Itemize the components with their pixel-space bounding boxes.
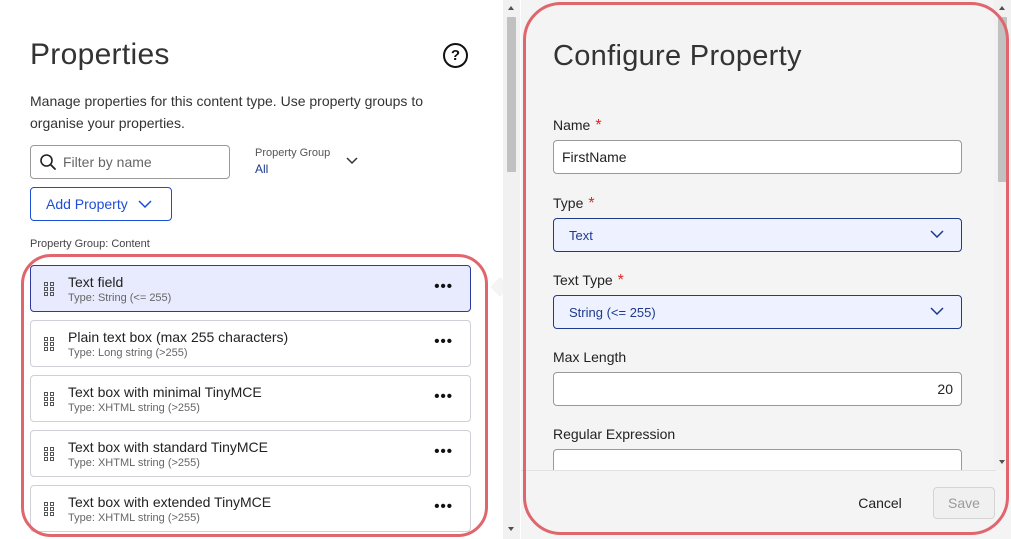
configure-property-panel: Configure Property Name * FirstName Type *… [521, 0, 1011, 539]
help-icon[interactable]: ? [443, 43, 468, 68]
text-type-select[interactable]: String (<= 255) [553, 295, 962, 329]
property-item[interactable]: Plain text box (max 255 characters) Type… [30, 320, 471, 367]
filter-input-wrapper[interactable] [30, 145, 230, 179]
save-button[interactable]: Save [933, 487, 995, 519]
property-item[interactable]: Text box with minimal TinyMCE Type: XHTM… [30, 375, 471, 422]
configure-title: Configure Property [553, 40, 802, 72]
max-length-label: Max Length [553, 349, 627, 365]
regex-label: Regular Expression [553, 426, 676, 442]
required-marker: * [588, 195, 595, 212]
chevron-down-icon [930, 230, 944, 238]
add-property-label: Add Property [46, 196, 128, 212]
property-item[interactable]: Text field Type: String (<= 255) ••• [30, 265, 471, 312]
more-options-icon[interactable]: ••• [434, 499, 453, 514]
property-item-title: Plain text box (max 255 characters) [68, 329, 289, 345]
type-select-value: Text [569, 227, 593, 243]
property-item[interactable]: Text box with extended TinyMCE Type: XHT… [30, 485, 471, 532]
drag-handle-icon[interactable] [44, 392, 54, 406]
scrollbar-thumb[interactable] [507, 17, 516, 172]
drag-handle-icon[interactable] [44, 337, 54, 351]
more-options-icon[interactable]: ••• [434, 334, 453, 349]
drag-handle-icon[interactable] [44, 502, 54, 516]
property-item-type: Type: Long string (>255) [68, 347, 188, 359]
property-item-title: Text box with standard TinyMCE [68, 439, 268, 455]
type-select[interactable]: Text [553, 218, 962, 252]
property-item-type: Type: XHTML string (>255) [68, 402, 200, 414]
property-group-heading: Property Group: Content [30, 238, 150, 250]
footer-divider [521, 470, 996, 471]
name-label: Name * [553, 117, 602, 134]
more-options-icon[interactable]: ••• [434, 444, 453, 459]
text-type-select-value: String (<= 255) [569, 304, 656, 320]
max-length-field[interactable]: 20 [553, 372, 962, 406]
scroll-up-icon[interactable] [999, 6, 1005, 10]
chevron-down-icon [138, 200, 152, 208]
chevron-down-icon [346, 157, 358, 165]
property-group-select[interactable]: Property Group All [255, 147, 365, 179]
add-property-button[interactable]: Add Property [30, 187, 172, 221]
property-item-type: Type: String (<= 255) [68, 292, 172, 304]
property-item-title: Text box with extended TinyMCE [68, 494, 272, 510]
property-item-type: Type: XHTML string (>255) [68, 512, 200, 524]
scroll-down-icon[interactable] [508, 527, 514, 531]
scroll-up-icon[interactable] [508, 6, 514, 10]
property-item-type: Type: XHTML string (>255) [68, 457, 200, 469]
text-type-label: Text Type * [553, 272, 624, 289]
drag-handle-icon[interactable] [44, 447, 54, 461]
property-list: Text field Type: String (<= 255) ••• Pla… [30, 265, 471, 539]
more-options-icon[interactable]: ••• [434, 389, 453, 404]
required-marker: * [617, 272, 624, 289]
page-title: Properties [30, 38, 170, 71]
properties-panel: Properties ? Manage properties for this … [0, 0, 500, 539]
search-icon [40, 154, 56, 170]
cancel-button[interactable]: Cancel [846, 487, 914, 519]
property-item[interactable]: Text box with standard TinyMCE Type: XHT… [30, 430, 471, 477]
page-description: Manage properties for this content type.… [30, 93, 423, 131]
scroll-down-icon[interactable] [999, 460, 1005, 464]
name-field[interactable]: FirstName [553, 140, 962, 174]
drag-handle-icon[interactable] [44, 282, 54, 296]
chevron-down-icon [930, 307, 944, 315]
filter-input[interactable] [63, 154, 223, 170]
scrollbar-thumb[interactable] [998, 17, 1007, 182]
type-label: Type * [553, 195, 595, 212]
right-scrollbar[interactable] [994, 0, 1011, 470]
regex-field[interactable] [553, 449, 962, 470]
property-item-title: Text field [68, 274, 124, 290]
left-scrollbar[interactable] [503, 0, 520, 539]
more-options-icon[interactable]: ••• [434, 279, 453, 294]
required-marker: * [595, 117, 602, 134]
property-item-title: Text box with minimal TinyMCE [68, 384, 262, 400]
